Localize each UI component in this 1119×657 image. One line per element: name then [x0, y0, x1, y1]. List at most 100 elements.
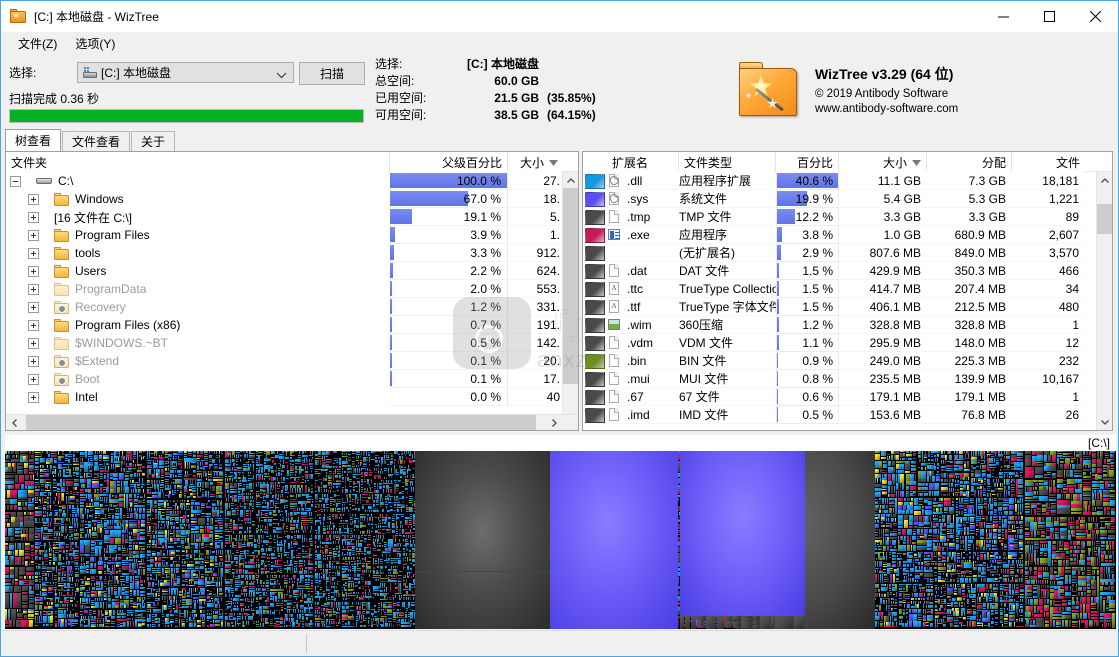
menu-file[interactable]: 文件(Z) [9, 33, 66, 54]
treemap-tile[interactable] [24, 506, 27, 511]
treemap-tile[interactable] [191, 531, 195, 533]
treemap-tile[interactable] [64, 526, 67, 534]
treemap-tile[interactable] [185, 557, 190, 560]
treemap-tile[interactable] [117, 503, 119, 508]
treemap-tile[interactable] [252, 460, 255, 463]
treemap-tile[interactable] [248, 467, 250, 471]
treemap-tile[interactable] [47, 468, 50, 473]
treemap-tile[interactable] [220, 452, 223, 454]
treemap-tile[interactable] [282, 476, 285, 481]
treemap-tile[interactable] [31, 613, 34, 618]
treemap-tile[interactable] [43, 518, 45, 522]
brand-website[interactable]: www.antibody-software.com [815, 102, 958, 117]
treemap-tile[interactable] [243, 625, 245, 628]
treemap-tile[interactable] [9, 504, 14, 511]
treemap-tile[interactable] [125, 621, 127, 628]
treemap-tile[interactable] [190, 588, 193, 599]
treemap-tile[interactable] [24, 475, 30, 481]
treemap-tile[interactable] [231, 514, 236, 516]
treemap-tile[interactable] [63, 557, 64, 560]
treemap-tile[interactable] [29, 620, 34, 628]
treemap-tile[interactable] [291, 566, 293, 574]
treemap-tile[interactable] [160, 482, 164, 484]
treemap-tile[interactable] [27, 508, 35, 510]
treemap-tile[interactable] [97, 517, 101, 518]
treemap-tile[interactable] [148, 539, 151, 544]
treemap-tile[interactable] [240, 520, 243, 521]
treemap-tile[interactable] [231, 591, 235, 594]
treemap-tile[interactable] [92, 499, 94, 503]
treemap-tile[interactable] [31, 480, 34, 486]
treemap-tile[interactable] [186, 588, 188, 592]
treemap-tile[interactable] [118, 530, 121, 538]
treemap-tile[interactable] [196, 603, 198, 609]
treemap-tile[interactable] [51, 577, 54, 581]
treemap-tile[interactable] [31, 556, 34, 561]
treemap-tile[interactable] [304, 460, 306, 464]
treemap-tile[interactable] [305, 546, 310, 548]
treemap-tile[interactable] [226, 490, 229, 493]
treemap-tile[interactable] [174, 525, 175, 529]
maximize-button[interactable] [1026, 1, 1072, 32]
treemap-tile[interactable] [92, 568, 97, 575]
treemap-tile[interactable] [127, 530, 129, 533]
treemap-tile[interactable] [283, 466, 286, 469]
table-row[interactable]: Intel 0.0 % 40 [6, 388, 578, 406]
treemap-tile[interactable] [83, 612, 89, 614]
scroll-right-button[interactable] [546, 415, 562, 430]
treemap-tile[interactable] [201, 512, 206, 514]
treemap-tile[interactable] [228, 532, 233, 534]
treemap-tile[interactable] [195, 525, 200, 531]
treemap-tile[interactable] [12, 484, 14, 490]
treemap-tile[interactable] [230, 503, 234, 504]
treemap-tile[interactable] [130, 487, 134, 489]
treemap-tile[interactable] [194, 588, 196, 593]
treemap-tile[interactable] [263, 559, 265, 563]
treemap-tile[interactable] [290, 505, 298, 507]
treemap-tile[interactable] [263, 469, 265, 473]
treemap-tile[interactable] [132, 620, 134, 628]
treemap-tile[interactable] [175, 605, 178, 610]
treemap-tile[interactable] [255, 490, 260, 492]
table-row[interactable]: Recovery 1.2 % 331. [6, 298, 578, 316]
treemap-tile[interactable] [220, 561, 221, 566]
treemap-tile[interactable] [47, 490, 52, 492]
treemap-tile[interactable] [257, 544, 260, 546]
treemap-tile[interactable] [116, 625, 120, 627]
treemap-tile[interactable] [115, 605, 120, 608]
treemap-tile[interactable] [21, 604, 29, 608]
treemap-tile[interactable] [95, 527, 97, 532]
treemap-tile[interactable] [306, 481, 310, 483]
treemap-tile[interactable] [232, 552, 235, 555]
treemap-tile[interactable] [286, 559, 289, 565]
treemap-tile[interactable] [248, 456, 255, 458]
treemap-tile[interactable] [304, 568, 308, 570]
treemap-tile[interactable] [63, 609, 66, 614]
treemap-tile[interactable] [35, 495, 40, 496]
treemap-tile[interactable] [230, 507, 234, 510]
treemap-tile[interactable] [5, 566, 10, 575]
treemap-tile[interactable] [111, 525, 113, 530]
treemap-tile[interactable] [287, 469, 289, 477]
treemap-tile[interactable] [295, 544, 298, 546]
treemap-tile[interactable] [304, 530, 306, 533]
treemap-tile[interactable] [83, 458, 85, 462]
treemap-tile[interactable] [269, 502, 271, 507]
treemap-tile[interactable] [307, 530, 309, 533]
treemap-tile[interactable] [18, 490, 28, 494]
treemap-tile[interactable] [225, 547, 232, 549]
treemap-tile[interactable] [158, 600, 161, 602]
treemap-tile[interactable] [252, 463, 255, 472]
treemap-tile[interactable] [82, 508, 84, 514]
treemap-tile[interactable] [165, 490, 167, 494]
treemap-tile[interactable] [281, 520, 284, 522]
treemap-tile[interactable] [182, 598, 186, 601]
treemap-tile[interactable] [87, 458, 89, 462]
treemap-tile[interactable] [188, 538, 190, 543]
treemap-tile[interactable] [298, 559, 304, 562]
treemap-tile[interactable] [205, 477, 207, 481]
treemap-tile[interactable] [103, 510, 105, 514]
treemap-tile[interactable] [291, 488, 294, 493]
treemap-tile[interactable] [298, 452, 300, 455]
treemap-tile[interactable] [84, 478, 87, 484]
